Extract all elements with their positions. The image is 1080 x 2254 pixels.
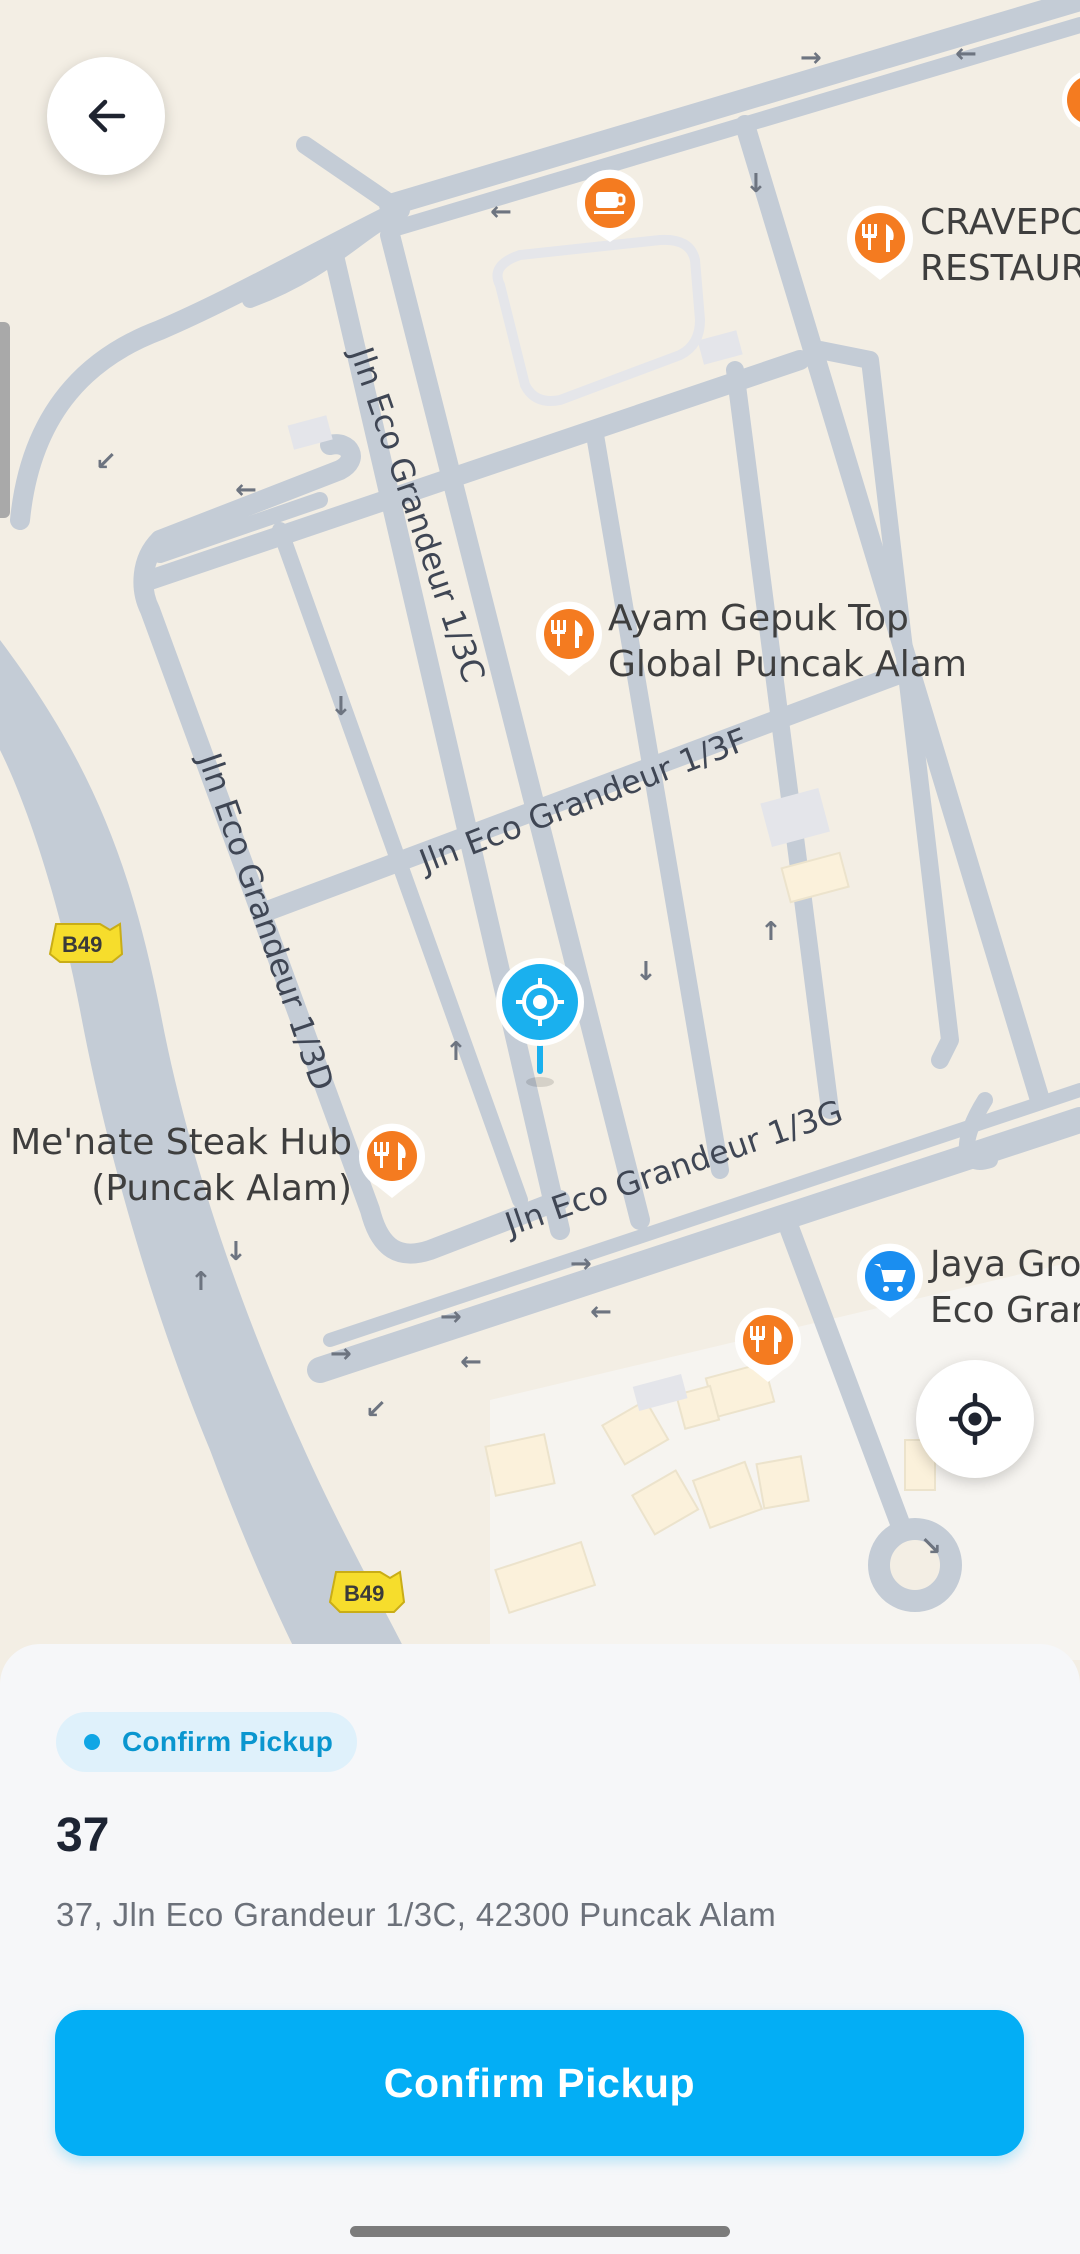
arrow-left-icon [88, 99, 126, 133]
back-button[interactable] [47, 57, 165, 175]
svg-text:←: ← [490, 197, 512, 227]
svg-text:→: → [440, 1302, 462, 1332]
my-location-button[interactable] [916, 1360, 1034, 1478]
confirm-pickup-button[interactable]: Confirm Pickup [55, 2010, 1024, 2156]
svg-text:←: ← [460, 1347, 482, 1377]
status-dot-icon [84, 1734, 100, 1750]
svg-text:→: → [570, 1249, 592, 1279]
confirm-pickup-label: Confirm Pickup [383, 2059, 696, 2106]
svg-text:←: ← [955, 39, 977, 69]
svg-text:↑: ↑ [445, 1037, 467, 1067]
edge-handle[interactable] [0, 322, 10, 518]
crosshair-icon [949, 1393, 1001, 1445]
svg-text:↙: ↙ [95, 447, 117, 477]
svg-text:←: ← [590, 1297, 612, 1327]
svg-text:Global Puncak Alam: Global Puncak Alam [608, 644, 967, 685]
svg-text:↙: ↙ [365, 1395, 387, 1425]
svg-text:B49: B49 [344, 1581, 384, 1606]
road-badge: B49 [328, 1570, 406, 1613]
svg-text:↓: ↓ [745, 169, 767, 199]
svg-text:←: ← [235, 475, 257, 505]
svg-text:↓: ↓ [635, 957, 657, 987]
svg-text:(Puncak Alam): (Puncak Alam) [91, 1168, 352, 1209]
svg-text:CRAVEPO: CRAVEPO [920, 202, 1080, 243]
svg-text:→: → [330, 1339, 352, 1369]
home-indicator[interactable] [350, 2226, 730, 2237]
pickup-address: 37, Jln Eco Grandeur 1/3C, 42300 Puncak … [56, 1896, 777, 1933]
svg-text:Jaya Gro: Jaya Gro [928, 1244, 1080, 1285]
pickup-title: 37 [56, 1809, 110, 1862]
status-chip: Confirm Pickup [56, 1712, 358, 1772]
svg-text:Eco Gran: Eco Gran [930, 1290, 1080, 1331]
svg-text:↑: ↑ [760, 917, 782, 947]
road-badge: B49 [48, 922, 124, 963]
svg-text:Ayam Gepuk Top: Ayam Gepuk Top [608, 598, 909, 639]
svg-text:↓: ↓ [330, 692, 352, 722]
svg-text:Me'nate Steak Hub: Me'nate Steak Hub [10, 1122, 352, 1163]
svg-text:RESTAUR: RESTAUR [920, 248, 1080, 289]
status-chip-label: Confirm Pickup [122, 1726, 334, 1757]
svg-text:↓: ↓ [225, 1237, 247, 1267]
svg-text:↘: ↘ [920, 1532, 942, 1562]
svg-text:B49: B49 [62, 932, 102, 957]
svg-text:↑: ↑ [190, 1267, 212, 1297]
svg-text:→: → [800, 43, 822, 73]
